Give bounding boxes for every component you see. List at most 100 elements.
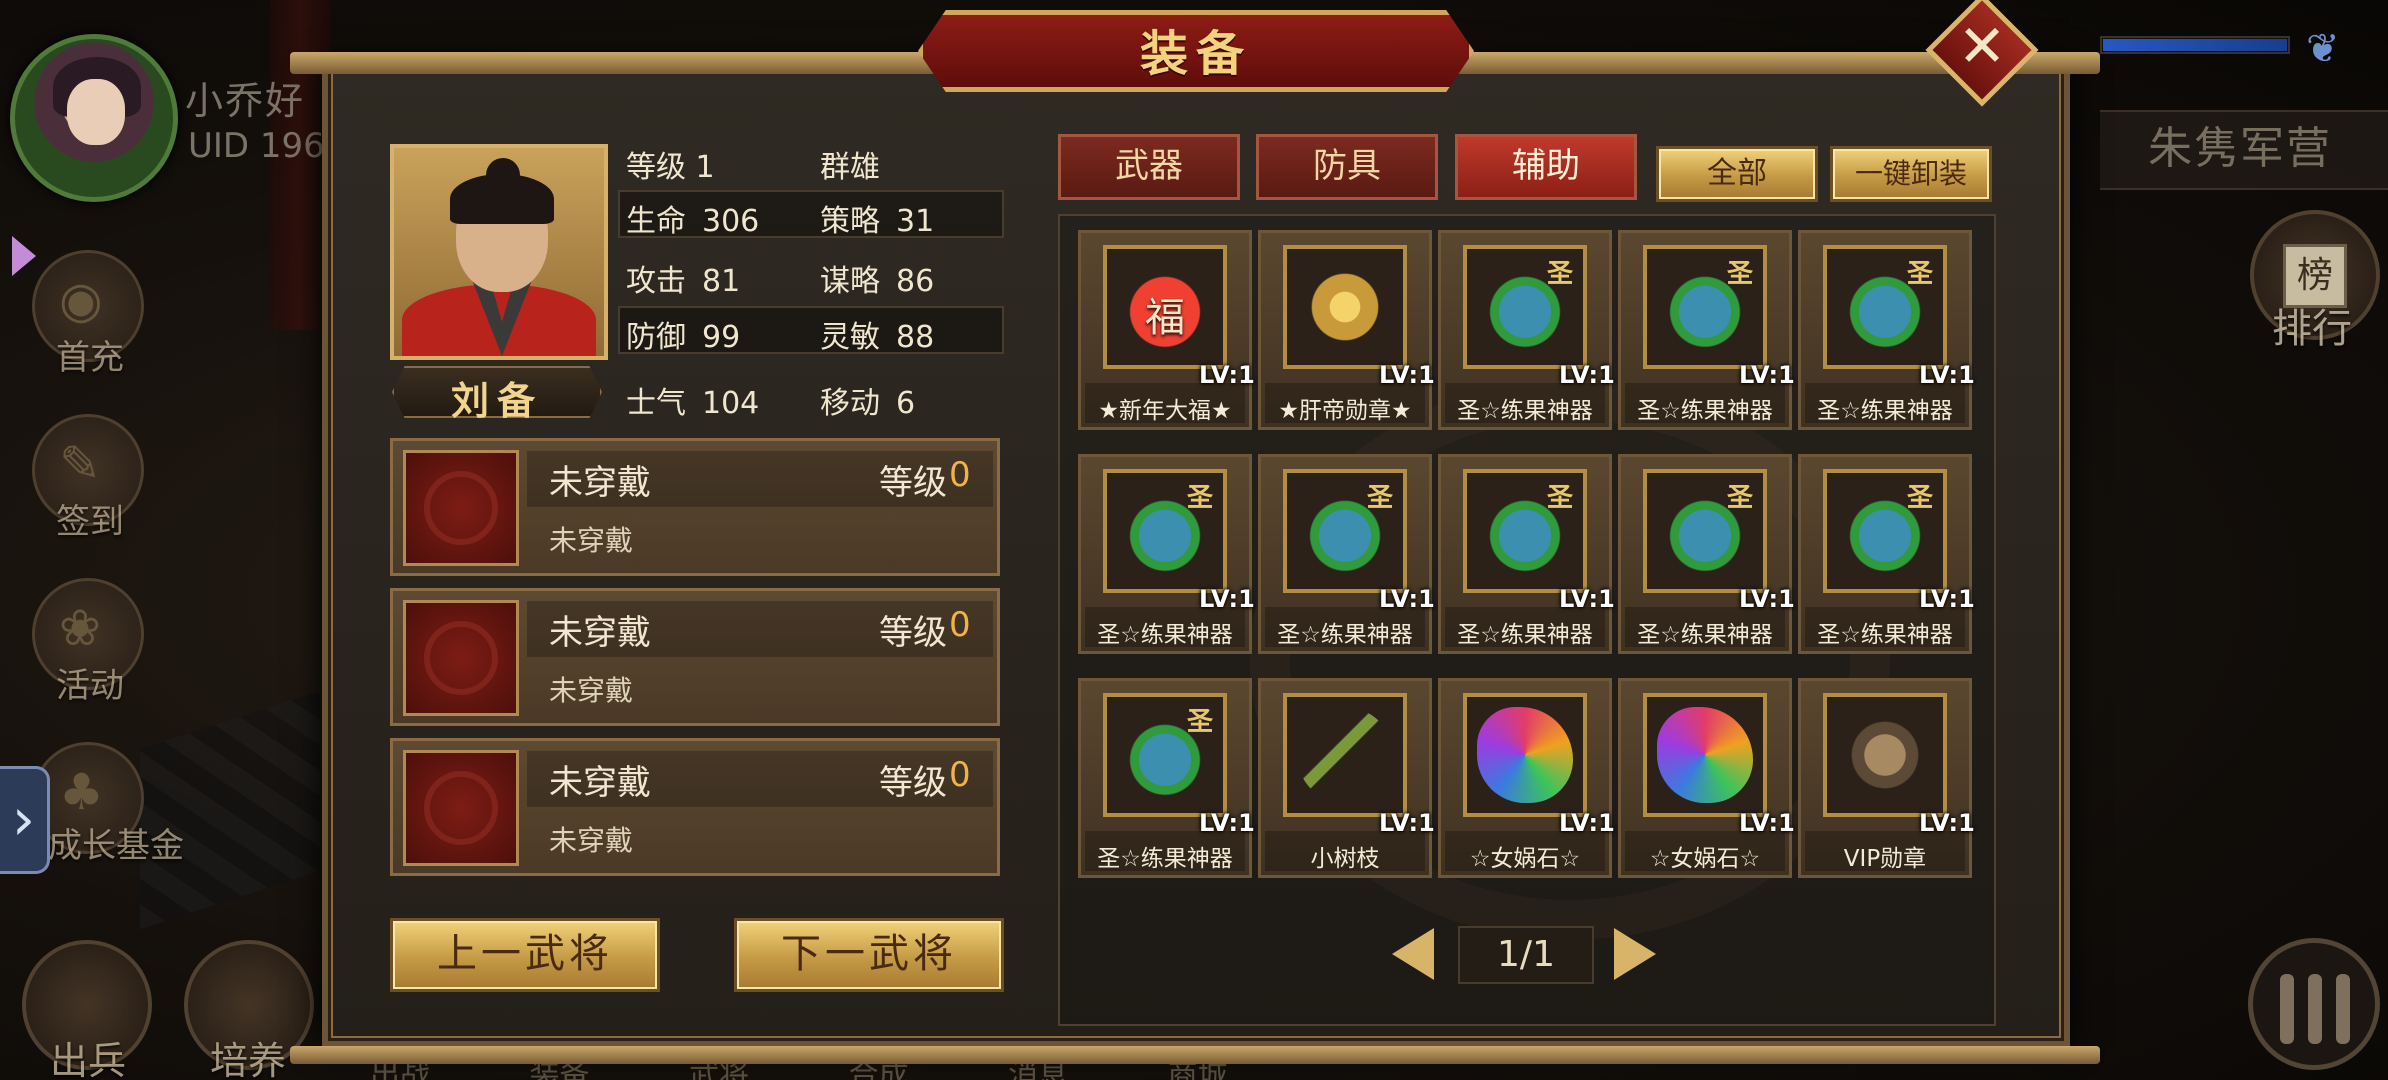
expand-sidebar-tab[interactable]: › — [0, 766, 50, 874]
menu-bars-icon — [2280, 964, 2350, 1044]
item-icon-frame: 圣 LV:1 — [1463, 245, 1615, 389]
item-badge: 圣 — [1186, 483, 1213, 513]
item-icon-frame: LV:1 — [1463, 693, 1615, 837]
slot-subtitle: 未穿戴 — [549, 674, 634, 707]
stat-agility: 灵敏 88 — [820, 320, 935, 355]
item-badge: 圣 — [1366, 483, 1393, 513]
inventory-item[interactable]: LV:1 ★肝帝勋章★ — [1258, 230, 1435, 430]
inventory-item[interactable]: LV:1 小树枝 — [1258, 678, 1435, 878]
item-badge: 圣 — [1186, 707, 1213, 737]
equipment-slot[interactable]: 未穿戴 等级 0 未穿戴 — [390, 588, 1000, 726]
slot-level: 0 — [949, 605, 971, 645]
sign-in-label: 签到 — [56, 502, 124, 542]
events-label: 活动 — [56, 666, 124, 706]
tab-weapon[interactable]: 武器 — [1058, 134, 1240, 200]
inventory-item[interactable]: 圣 LV:1 圣☆练果神器 — [1258, 454, 1435, 654]
hero-level: 等级 1 — [626, 150, 715, 185]
inventory-item[interactable]: 福 LV:1 ★新年大福★ — [1078, 230, 1255, 430]
item-badge: 圣 — [1906, 259, 1933, 289]
item-name: ★新年大福★ — [1098, 398, 1232, 424]
slot-title: 未穿戴 — [549, 613, 651, 653]
page-prev-arrow-icon[interactable] — [1392, 928, 1434, 980]
stat-morale: 士气 104 — [626, 386, 760, 421]
inventory-item[interactable]: LV:1 ☆女娲石☆ — [1438, 678, 1615, 878]
player-name: 小乔好 — [185, 79, 306, 123]
filter-all-button[interactable]: 全部 — [1656, 146, 1818, 202]
item-icon-frame: LV:1 — [1643, 693, 1795, 837]
slot-level-label: 等级 — [879, 613, 947, 653]
item-icon-frame: 圣 LV:1 — [1103, 693, 1255, 837]
slot-level-label: 等级 — [879, 763, 947, 803]
item-badge: 圣 — [1726, 483, 1753, 513]
tab-accessory[interactable]: 辅助 — [1455, 134, 1637, 200]
wing-icon[interactable]: ❦ — [2306, 26, 2340, 72]
slot-title: 未穿戴 — [549, 463, 651, 503]
item-name: 圣☆练果神器 — [1817, 398, 1953, 424]
slot-level-label: 等级 — [879, 463, 947, 503]
item-icon-frame: 圣 LV:1 — [1463, 469, 1615, 613]
stat-tactics: 谋略 86 — [820, 264, 935, 299]
inventory-item[interactable]: 圣 LV:1 圣☆练果神器 — [1078, 678, 1255, 878]
hero-portrait — [390, 144, 608, 360]
inventory-item[interactable]: LV:1 ☆女娲石☆ — [1618, 678, 1795, 878]
item-name: 圣☆练果神器 — [1277, 622, 1413, 648]
item-name: 圣☆练果神器 — [1637, 398, 1773, 424]
gem-icon — [1657, 707, 1753, 803]
inventory-item[interactable]: LV:1 VIP勋章 — [1798, 678, 1975, 878]
item-icon-frame: 圣 LV:1 — [1643, 469, 1795, 613]
slot-level: 0 — [949, 455, 971, 495]
slot-title: 未穿戴 — [549, 763, 651, 803]
item-icon-frame: LV:1 — [1283, 245, 1435, 389]
item-name: 小树枝 — [1310, 846, 1380, 872]
chevron-right-icon: › — [11, 785, 36, 853]
inventory-item[interactable]: 圣 LV:1 圣☆练果神器 — [1438, 454, 1615, 654]
inventory-item[interactable]: 圣 LV:1 圣☆练果神器 — [1798, 230, 1975, 430]
item-name: ☆女娲石☆ — [1649, 846, 1761, 872]
item-icon-frame: LV:1 — [1283, 693, 1435, 837]
item-name: 圣☆练果神器 — [1457, 622, 1593, 648]
item-icon-frame: 圣 LV:1 — [1823, 245, 1975, 389]
empty-slot-dragon-icon — [403, 450, 519, 566]
player-avatar[interactable] — [10, 34, 178, 202]
tab-armor[interactable]: 防具 — [1256, 134, 1438, 200]
item-badge: 圣 — [1546, 483, 1573, 513]
inventory-item[interactable]: 圣 LV:1 圣☆练果神器 — [1438, 230, 1615, 430]
inventory-item[interactable]: 圣 LV:1 圣☆练果神器 — [1798, 454, 1975, 654]
panel-bottom-rail — [290, 1046, 2100, 1064]
next-hero-button[interactable]: 下一武将 — [734, 918, 1004, 992]
inventory-item[interactable]: 圣 LV:1 圣☆练果神器 — [1618, 454, 1795, 654]
close-icon: ✕ — [1957, 12, 2007, 80]
train-label: 培养 — [210, 1039, 287, 1080]
previous-hero-button[interactable]: 上一武将 — [390, 918, 660, 992]
camp-label: 朱隽军营 — [2148, 123, 2332, 174]
medal-icon — [1297, 259, 1393, 355]
item-name: 圣☆练果神器 — [1457, 398, 1593, 424]
growth-fund-label: 成长基金 — [48, 826, 184, 866]
march-label: 出兵 — [50, 1039, 127, 1080]
first-recharge-label: 首充 — [56, 338, 124, 378]
vip-icon — [1837, 707, 1933, 803]
hero-name: 刘备 — [450, 378, 543, 423]
item-name: 圣☆练果神器 — [1097, 846, 1233, 872]
item-name: 圣☆练果神器 — [1097, 622, 1233, 648]
stat-defense: 防御 99 — [626, 320, 741, 355]
twig-icon — [1297, 707, 1393, 803]
slot-subtitle: 未穿戴 — [549, 524, 634, 557]
sidebar-arrow-icon[interactable] — [12, 236, 36, 276]
slot-subtitle: 未穿戴 — [549, 824, 634, 857]
inventory-item[interactable]: 圣 LV:1 圣☆练果神器 — [1618, 230, 1795, 430]
page-next-arrow-icon[interactable] — [1614, 928, 1656, 980]
stat-hp: 生命 306 — [626, 204, 760, 239]
item-icon-frame: 圣 LV:1 — [1823, 469, 1975, 613]
item-icon-frame: 圣 LV:1 — [1283, 469, 1435, 613]
unequip-all-button[interactable]: 一键卸装 — [1830, 146, 1992, 202]
inventory-item[interactable]: 圣 LV:1 圣☆练果神器 — [1078, 454, 1255, 654]
stat-strategy: 策略 31 — [820, 204, 935, 239]
item-name: VIP勋章 — [1843, 846, 1927, 872]
player-uid: UID 196 — [188, 126, 325, 166]
equipment-slot[interactable]: 未穿戴 等级 0 未穿戴 — [390, 738, 1000, 876]
item-icon-frame: 福 LV:1 — [1103, 245, 1255, 389]
item-name: 圣☆练果神器 — [1817, 622, 1953, 648]
equipment-slot[interactable]: 未穿戴 等级 0 未穿戴 — [390, 438, 1000, 576]
empty-slot-dragon-icon — [403, 600, 519, 716]
